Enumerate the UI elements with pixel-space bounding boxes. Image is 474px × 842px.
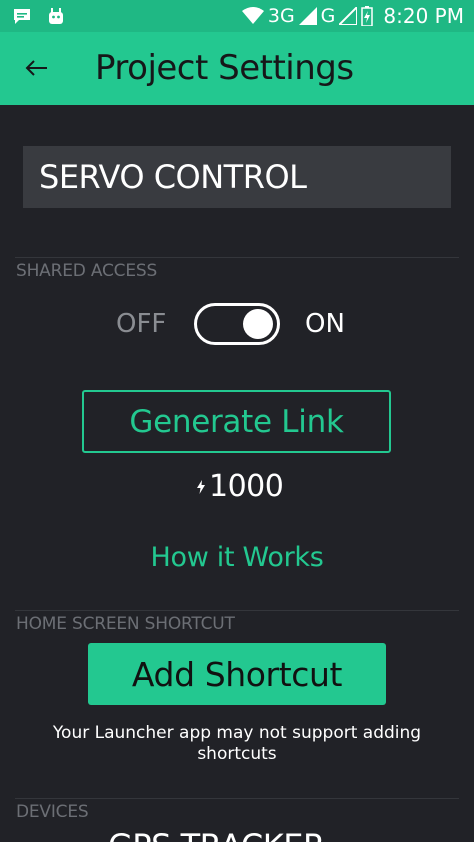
divider <box>15 610 459 611</box>
divider <box>15 798 459 799</box>
divider <box>15 257 459 258</box>
back-button[interactable] <box>18 50 54 86</box>
page-title: Project Settings <box>95 48 354 88</box>
toggle-on-label: ON <box>305 309 345 339</box>
signal-icon <box>298 7 317 25</box>
how-it-works-link[interactable]: How it Works <box>0 540 474 576</box>
app-bar: Project Settings <box>0 32 474 105</box>
message-icon <box>14 9 30 24</box>
add-shortcut-button[interactable]: Add Shortcut <box>88 643 386 705</box>
arrow-left-icon <box>25 60 47 76</box>
toggle-off-label: OFF <box>116 309 167 339</box>
energy-value: 1000 <box>209 469 284 504</box>
launcher-note: Your Launcher app may not support adding… <box>52 723 422 764</box>
battery-icon <box>361 6 374 26</box>
network-g-label: G <box>320 5 336 27</box>
device-item[interactable]: GPS TRACKER <box>108 826 325 842</box>
status-icons: 3G G 8:20 PM <box>241 3 464 29</box>
shared-access-label: SHARED ACCESS <box>16 261 158 281</box>
wifi-icon <box>241 7 264 24</box>
toggle-knob <box>243 309 273 339</box>
signal-icon-2 <box>339 7 358 25</box>
project-name-value: SERVO CONTROL <box>39 158 307 196</box>
lightning-icon <box>197 480 205 494</box>
project-name-input[interactable]: SERVO CONTROL <box>23 146 451 208</box>
home-screen-shortcut-label: HOME SCREEN SHORTCUT <box>16 614 235 634</box>
android-debug-icon <box>49 8 63 24</box>
generate-link-button[interactable]: Generate Link <box>82 390 391 453</box>
network-3g-label: 3G <box>267 5 295 27</box>
energy-cost: 1000 <box>197 468 284 506</box>
status-bar: 3G G 8:20 PM <box>0 0 474 32</box>
shared-access-toggle[interactable] <box>194 303 280 345</box>
clock: 8:20 PM <box>383 4 464 28</box>
devices-label: DEVICES <box>16 802 89 822</box>
